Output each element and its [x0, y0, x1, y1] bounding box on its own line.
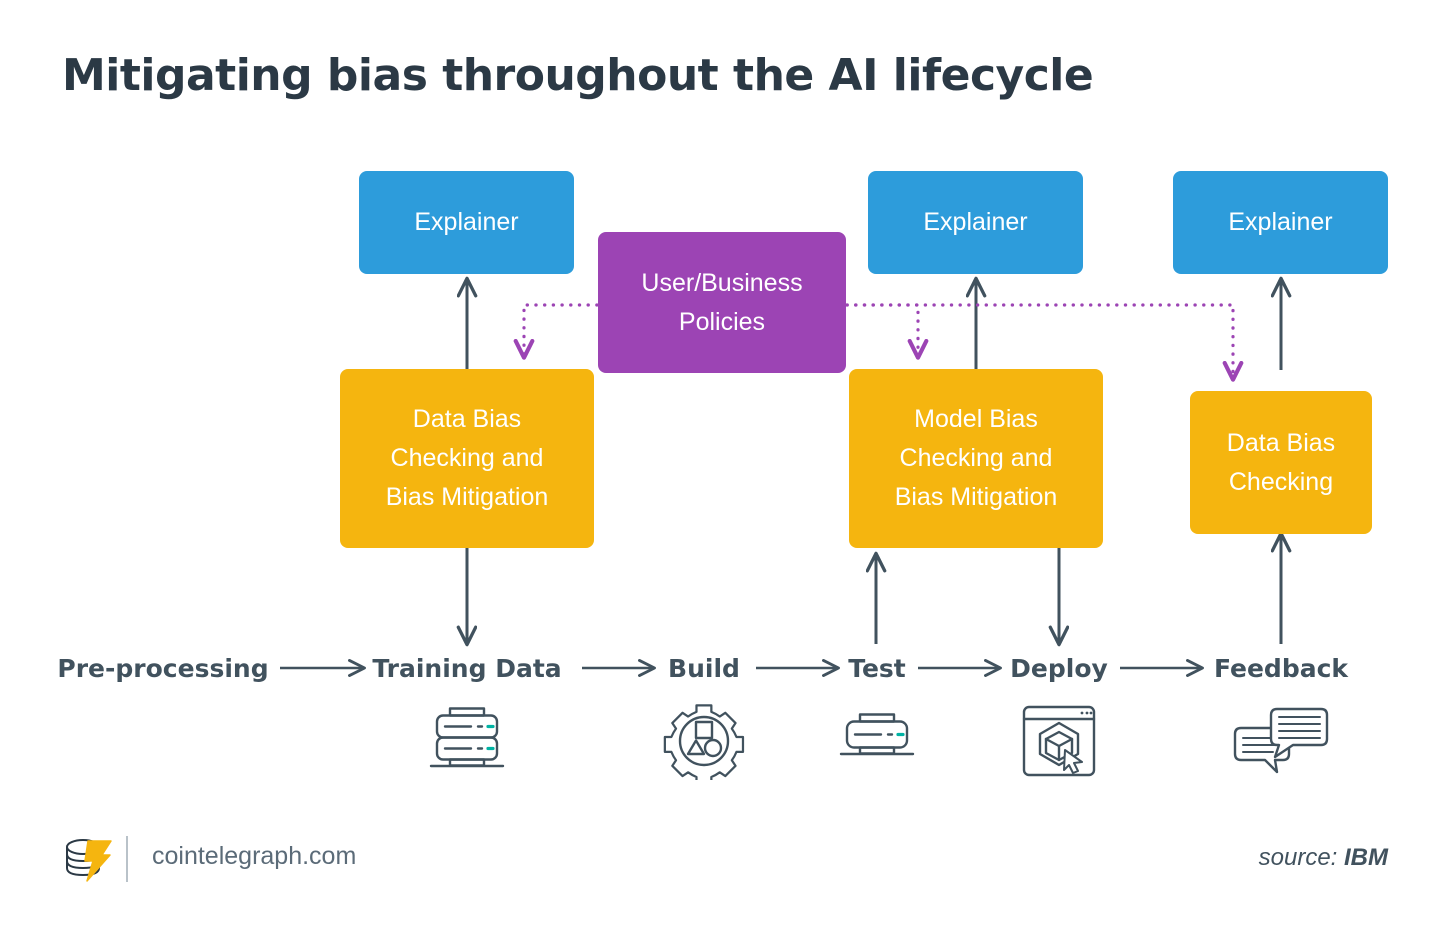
diagram-canvas: Mitigating bias throughout the AI lifecy…	[0, 0, 1450, 941]
gear-shapes-icon	[663, 702, 745, 785]
stage-label-training-data[interactable]: Training Data	[372, 654, 561, 683]
server-single-icon	[837, 712, 917, 773]
dotted-arrow-policies-to-databias-checking	[845, 303, 1233, 379]
stage-label-test[interactable]: Test	[848, 654, 906, 683]
footer-source-name: IBM	[1344, 844, 1388, 871]
box-data-bias-checking-and-bias-mitigation-label: Data Bias Checking and Bias Mitigation	[385, 405, 549, 511]
box-explainer-1[interactable]: Explainer	[359, 171, 574, 274]
footer-divider	[126, 836, 128, 882]
footer-site-label[interactable]: cointelegraph.com	[152, 842, 356, 871]
box-data-bias-checking-and-bias-mitigation[interactable]: Data Bias Checking and Bias Mitigation	[340, 369, 594, 548]
box-model-bias-checking-and-bias-mitigation-label: Model Bias Checking and Bias Mitigation	[894, 405, 1058, 511]
footer-source: source: IBM	[1259, 844, 1388, 872]
page-title: Mitigating bias throughout the AI lifecy…	[62, 50, 1094, 101]
box-data-bias-checking[interactable]: Data Bias Checking	[1190, 391, 1372, 534]
box-model-bias-checking-and-bias-mitigation[interactable]: Model Bias Checking and Bias Mitigation	[849, 369, 1103, 548]
box-explainer-3-label: Explainer	[1228, 208, 1333, 236]
server-stack-icon	[427, 706, 507, 781]
cointelegraph-logo[interactable]	[61, 835, 115, 890]
footer-source-prefix: source:	[1258, 844, 1344, 871]
box-explainer-3[interactable]: Explainer	[1173, 171, 1388, 274]
box-explainer-1-label: Explainer	[414, 208, 519, 236]
box-explainer-2[interactable]: Explainer	[868, 171, 1083, 274]
box-user-business-policies-label: User/Business Policies	[641, 268, 803, 336]
browser-cube-cursor-icon	[1020, 704, 1098, 783]
box-explainer-2-label: Explainer	[923, 208, 1028, 236]
stage-label-build[interactable]: Build	[668, 654, 740, 683]
box-data-bias-checking-label: Data Bias Checking	[1226, 428, 1336, 496]
stage-label-pre-processing[interactable]: Pre-processing	[57, 654, 268, 683]
stage-label-feedback[interactable]: Feedback	[1214, 654, 1348, 683]
box-user-business-policies[interactable]: User/Business Policies	[598, 232, 846, 373]
dotted-arrow-policies-to-databias	[524, 303, 599, 357]
stage-label-deploy[interactable]: Deploy	[1010, 654, 1108, 683]
speech-bubbles-icon	[1231, 706, 1331, 779]
dotted-arrow-policies-to-modelbias	[845, 303, 918, 357]
